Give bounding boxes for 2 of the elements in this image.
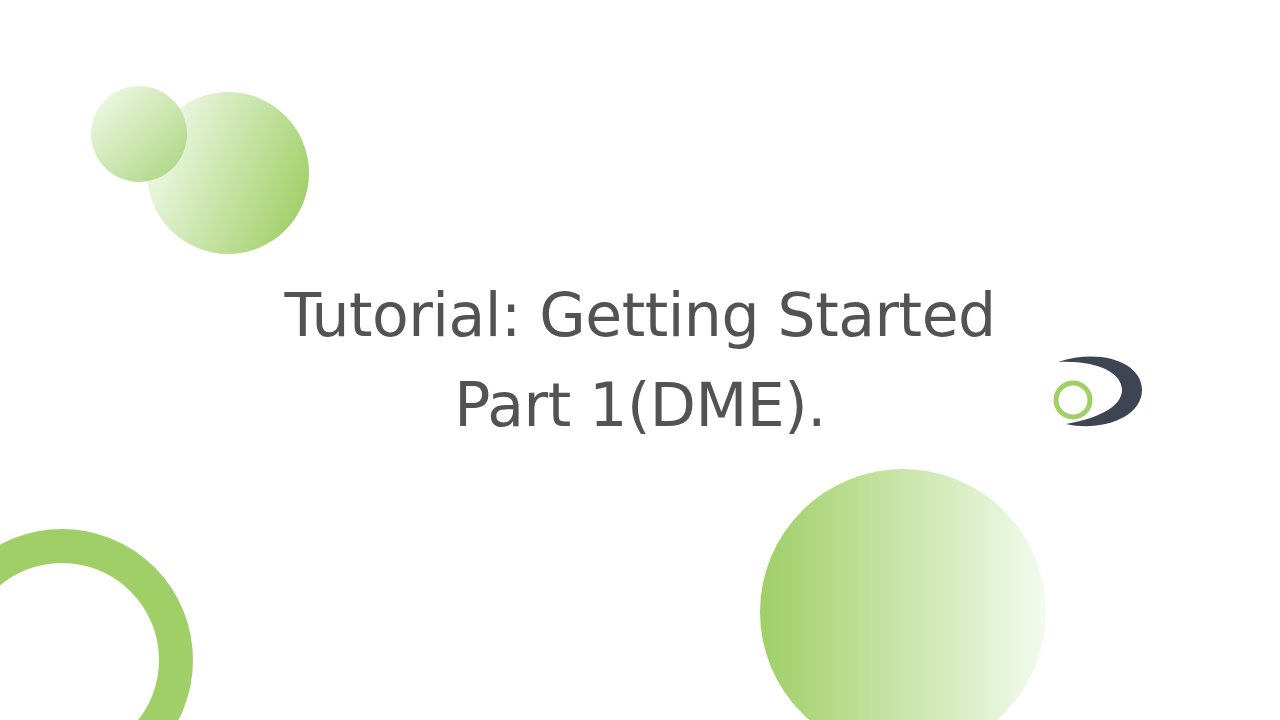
title-text: Tutorial: Getting Started [284,279,996,352]
title-text: Part 1(DME). [454,369,826,442]
